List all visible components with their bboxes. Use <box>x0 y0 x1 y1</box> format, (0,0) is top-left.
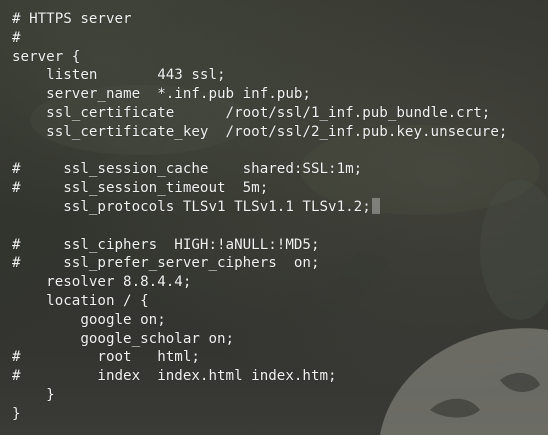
code-line: google on; <box>12 311 166 329</box>
code-line-text: # HTTPS server <box>12 11 132 27</box>
text-cursor <box>371 198 380 214</box>
code-line: server_name *.inf.pub inf.pub; <box>12 85 311 103</box>
code-line-text: } <box>12 387 55 403</box>
code-line: resolver 8.8.4.4; <box>12 273 191 291</box>
code-line-text: # ssl_session_timeout 5m; <box>12 180 269 197</box>
code-line-text: # <box>12 29 21 46</box>
code-line-text: # ssl_prefer_server_ciphers on; <box>12 255 320 272</box>
code-line: # root html; <box>12 348 200 366</box>
code-line: # ssl_ciphers HIGH:!aNULL:!MD5; <box>12 236 320 254</box>
code-line-text: # root html; <box>12 349 200 366</box>
code-line: listen 443 ssl; <box>12 66 226 84</box>
code-line: # index index.html index.htm; <box>12 367 337 385</box>
code-line-text: server { <box>12 48 81 65</box>
code-line-text: listen 443 ssl; <box>12 67 226 84</box>
code-line: location / { <box>12 292 149 310</box>
code-line: # HTTPS server <box>12 10 132 28</box>
code-line: # ssl_session_timeout 5m; <box>12 179 268 197</box>
code-line-text: # ssl_ciphers HIGH:!aNULL:!MD5; <box>12 236 320 253</box>
code-line: ssl_certificate /root/ssl/1_inf.pub_bund… <box>12 104 490 122</box>
code-line-text: # index index.html index.htm; <box>12 368 337 385</box>
code-line-text: ssl_certificate_key /root/ssl/2_inf.pub.… <box>12 123 508 140</box>
code-line-text: google on; <box>12 311 166 328</box>
code-line: # <box>12 29 21 47</box>
code-line-text: server_name *.inf.pub inf.pub; <box>12 86 311 103</box>
code-line: ssl_protocols TLSv1 TLSv1.1 TLSv1.2; <box>12 198 380 216</box>
code-line: # ssl_prefer_server_ciphers on; <box>12 254 320 272</box>
code-line-text: resolver 8.8.4.4; <box>12 274 192 291</box>
code-line-text: } <box>12 405 21 422</box>
code-line-text: ssl_protocols TLSv1 TLSv1.1 TLSv1.2; <box>12 199 371 215</box>
code-line: } <box>12 405 21 423</box>
code-line: google_scholar on; <box>12 330 234 348</box>
code-line: # ssl_session_cache shared:SSL:1m; <box>12 160 362 178</box>
code-line-text: ssl_certificate /root/ssl/1_inf.pub_bund… <box>12 105 491 121</box>
code-line: ssl_certificate_key /root/ssl/2_inf.pub.… <box>12 123 507 141</box>
code-line-text: # ssl_session_cache shared:SSL:1m; <box>12 161 363 178</box>
code-line-text: location / { <box>12 293 149 309</box>
terminal-text-area[interactable]: # HTTPS server # server { listen 443 ssl; … <box>12 10 548 435</box>
code-line: } <box>12 386 55 404</box>
code-line-text: google_scholar on; <box>12 330 235 347</box>
code-line: server { <box>12 48 80 66</box>
